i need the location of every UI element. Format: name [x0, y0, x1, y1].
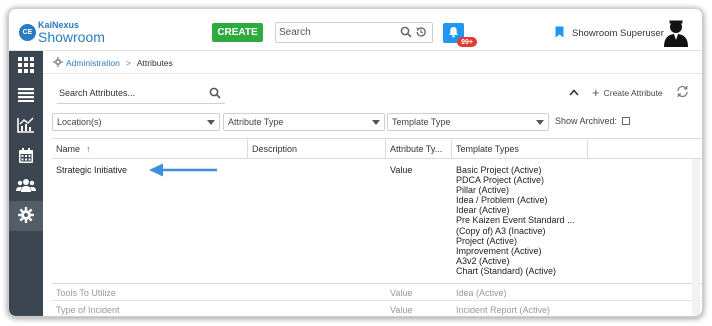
- chart-icon: [17, 117, 35, 135]
- column-header-label: Name: [56, 144, 81, 154]
- show-archived-toggle: Show Archived:: [555, 116, 631, 126]
- calendar-icon: [19, 147, 33, 165]
- app-window: CE KaiNexus Showroom CREATE Search 99+ S…: [9, 9, 702, 316]
- search-icon[interactable]: [400, 26, 412, 40]
- attribute-search-placeholder: Search Attributes...: [59, 88, 136, 98]
- refresh-icon[interactable]: [676, 85, 689, 100]
- breadcrumb-separator: >: [125, 58, 131, 68]
- global-search-input[interactable]: Search: [275, 22, 433, 43]
- template-type-item: Chart (Standard) (Active): [456, 265, 557, 276]
- sidebar-item-people[interactable]: [9, 171, 43, 201]
- top-bar: CE KaiNexus Showroom CREATE Search 99+ S…: [9, 9, 702, 51]
- template-type-item: Idea / Problem (Active): [456, 195, 548, 206]
- list-icon: [18, 88, 34, 104]
- search-placeholder: Search: [279, 27, 311, 38]
- column-header-extra: [588, 139, 702, 159]
- user-avatar[interactable]: [661, 17, 691, 47]
- cell-attribute-type: Value: [390, 288, 413, 298]
- gear-icon: [18, 207, 34, 225]
- column-header-label: Description: [252, 144, 298, 154]
- template-type-item: Pillar (Active): [456, 185, 510, 196]
- notification-count-badge: 99+: [457, 37, 477, 47]
- template-type-item: PDCA Project (Active): [456, 175, 545, 186]
- sidebar-item-charts[interactable]: [9, 111, 43, 141]
- vertical-scrollbar[interactable]: [692, 159, 700, 316]
- cell-name[interactable]: Strategic Initiative: [56, 165, 127, 175]
- cell-template-types: Basic Project (Active) PDCA Project (Act…: [456, 165, 575, 276]
- location-filter-label: Location(s): [57, 117, 102, 127]
- apps-grid-icon: [18, 57, 34, 75]
- template-type-item: Pre Kaizen Event Standard ...: [456, 215, 575, 226]
- sidebar-item-settings[interactable]: [9, 201, 43, 231]
- template-type-item: (Copy of) A3 (Inactive): [456, 225, 546, 236]
- table-header: Name ↑ Description Attribute Ty... Templa…: [52, 138, 702, 159]
- template-type-item: Improvement (Active): [456, 245, 542, 256]
- sidebar-item-list[interactable]: [9, 81, 43, 111]
- logo-text: KaiNexus Showroom: [38, 20, 105, 45]
- sort-ascending-icon: ↑: [86, 144, 91, 154]
- breadcrumb-administration[interactable]: Administration: [66, 58, 120, 68]
- attribute-search-input[interactable]: Search Attributes...: [57, 82, 225, 104]
- column-header-description[interactable]: Description: [248, 139, 386, 159]
- cell-name[interactable]: Type of Incident: [56, 305, 120, 315]
- search-icon[interactable]: [209, 87, 221, 101]
- location-filter-select[interactable]: Location(s): [52, 113, 220, 131]
- chevron-up-icon[interactable]: [569, 88, 579, 98]
- logo-badge: CE: [19, 23, 36, 41]
- sidebar-nav: [9, 51, 43, 316]
- arrow-left-icon: [149, 163, 219, 179]
- chevron-down-icon: [207, 120, 215, 125]
- template-type-filter-select[interactable]: Template Type: [387, 113, 549, 131]
- create-attribute-button[interactable]: + Create Attribute: [592, 86, 663, 99]
- breadcrumb-attributes: Attributes: [136, 58, 173, 68]
- column-header-template-types[interactable]: Template Types: [452, 139, 588, 159]
- attribute-type-filter-label: Attribute Type: [228, 117, 284, 127]
- attributes-table: Name ↑ Description Attribute Ty... Templa…: [52, 138, 702, 316]
- admin-gear-icon: [53, 57, 63, 69]
- sidebar-item-calendar[interactable]: [9, 141, 43, 171]
- users-icon: [16, 178, 36, 194]
- attribute-type-filter-select[interactable]: Attribute Type: [223, 113, 385, 131]
- cell-name[interactable]: Tools To Utilize: [56, 288, 116, 298]
- table-row[interactable]: Type of Incident Value Incident Report (…: [52, 302, 702, 316]
- template-type-item: Idear (Active): [456, 205, 510, 216]
- logo-product: Showroom: [38, 28, 105, 45]
- kainexus-logo[interactable]: CE KaiNexus Showroom: [19, 20, 105, 44]
- plus-icon: +: [592, 85, 600, 100]
- cell-template-types: Incident Report (Active): [456, 305, 551, 315]
- cell-template-types: Idea (Active): [456, 288, 507, 298]
- show-archived-checkbox[interactable]: [622, 117, 631, 125]
- cell-attribute-type: Value: [390, 165, 413, 175]
- breadcrumb: Administration > Attributes: [53, 57, 173, 69]
- sidebar-item-apps[interactable]: [9, 51, 43, 81]
- table-row[interactable]: Strategic Initiative Value Basic Project…: [52, 159, 702, 284]
- column-header-name[interactable]: Name ↑: [52, 139, 248, 159]
- create-attribute-label: Create Attribute: [603, 87, 663, 98]
- create-button[interactable]: CREATE: [212, 23, 263, 42]
- chevron-down-icon: [536, 120, 544, 125]
- column-header-label: Attribute Ty...: [390, 144, 443, 154]
- recent-history-icon[interactable]: [415, 26, 427, 40]
- cell-attribute-type: Value: [390, 305, 413, 315]
- chevron-down-icon: [372, 120, 380, 125]
- template-type-filter-label: Template Type: [392, 117, 451, 127]
- template-type-item: Project (Active): [456, 235, 518, 246]
- template-type-item: Basic Project (Active): [456, 165, 542, 175]
- table-row[interactable]: Tools To Utilize Value Idea (Active): [52, 285, 702, 301]
- column-header-attribute-type[interactable]: Attribute Ty...: [386, 139, 452, 159]
- template-type-item: A3v2 (Active): [456, 255, 510, 266]
- user-name[interactable]: Showroom Superuser: [572, 28, 664, 39]
- bookmark-icon[interactable]: [555, 26, 564, 40]
- show-archived-label: Show Archived:: [555, 116, 618, 126]
- column-header-label: Template Types: [456, 144, 519, 154]
- divider: [43, 73, 702, 74]
